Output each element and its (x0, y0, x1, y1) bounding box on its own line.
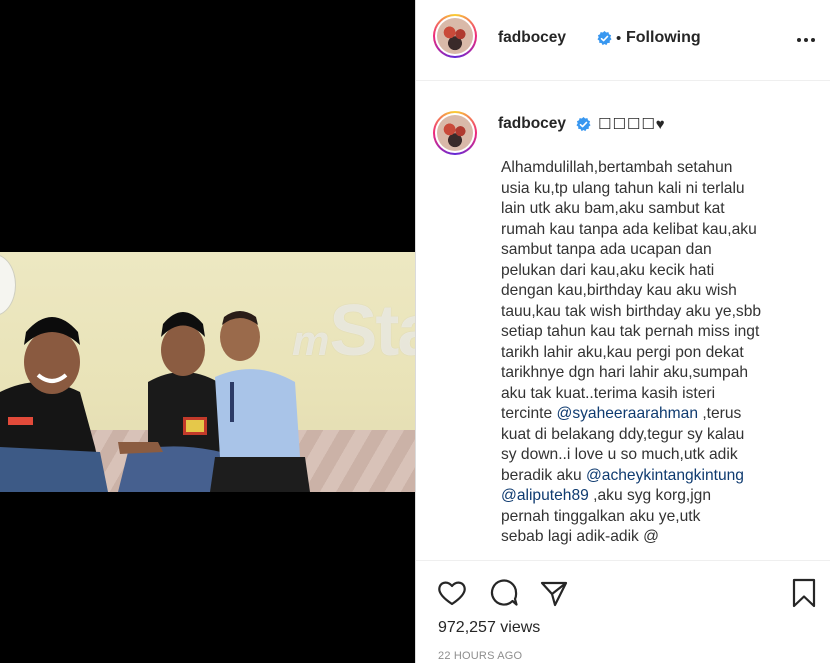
share-icon[interactable] (538, 577, 570, 609)
caption-area[interactable]: fadbocey ☐☐☐☐♥ Alhamdulillah,bertambah s… (416, 81, 830, 559)
view-count[interactable]: 972,257 views (438, 619, 540, 637)
caption-emoji: ☐☐☐☐♥ (598, 116, 666, 133)
mention-link[interactable]: @aliputeh89 (501, 487, 589, 504)
author-avatar[interactable] (433, 14, 477, 58)
separator-dot: • (616, 30, 622, 47)
caption-avatar[interactable] (433, 111, 477, 155)
action-bar: 972,257 views 22 HOURS AGO (416, 560, 830, 664)
post-media[interactable]: mStar (0, 0, 415, 663)
verified-badge-icon (597, 31, 612, 46)
video-frame (0, 252, 415, 492)
post-detail-panel: fadbocey • Following fadbocey ☐☐☐☐♥ Alha… (415, 0, 830, 663)
verified-badge-icon (576, 117, 591, 132)
more-options-icon[interactable] (794, 28, 818, 52)
mention-link[interactable]: @acheykintangkintung (586, 467, 744, 484)
author-username[interactable]: fadbocey (498, 29, 566, 47)
bookmark-icon[interactable] (788, 577, 820, 609)
post-header: fadbocey • Following (416, 0, 830, 81)
caption-username[interactable]: fadbocey (498, 115, 566, 133)
comment-icon[interactable] (488, 577, 520, 609)
person-left (0, 317, 108, 492)
caption-text: Alhamdulillah,bertambah setahun usia ku,… (501, 159, 762, 545)
person-right (210, 311, 310, 492)
heart-icon[interactable] (436, 577, 468, 609)
mention-link[interactable]: @syaheeraarahman (556, 405, 698, 422)
post-timestamp[interactable]: 22 HOURS AGO (438, 650, 522, 662)
following-button[interactable]: Following (626, 29, 701, 47)
